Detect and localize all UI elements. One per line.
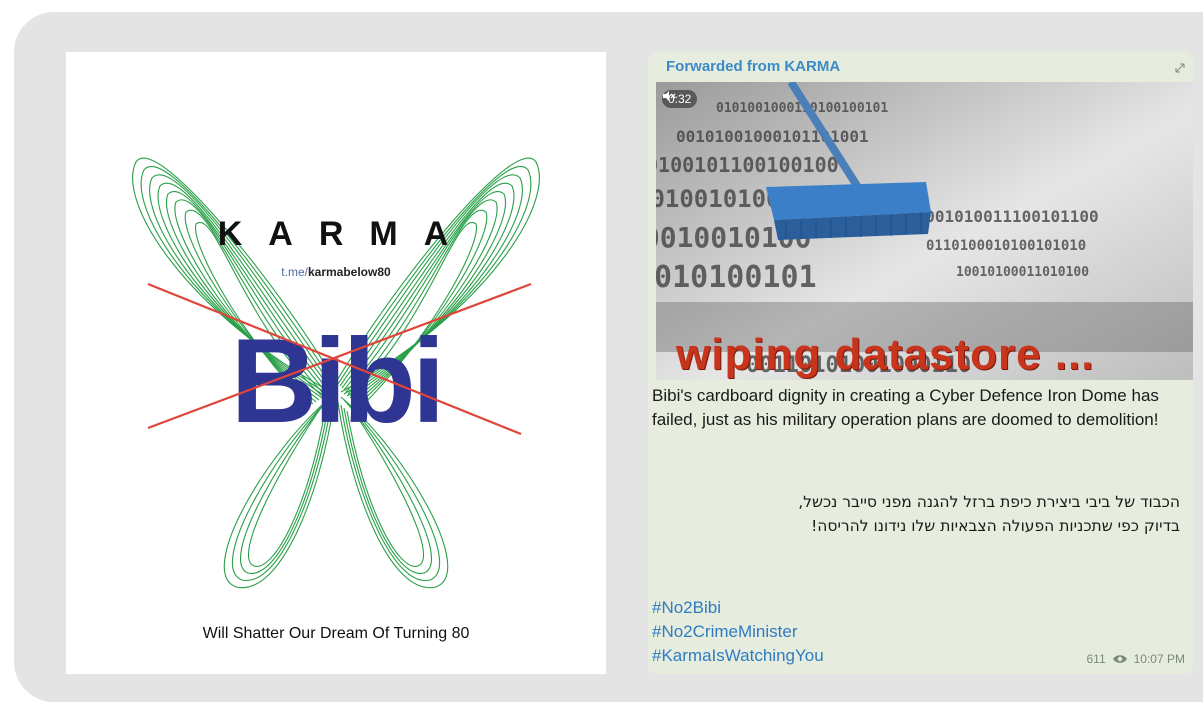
speaker-muted-icon[interactable] [662, 90, 676, 102]
svg-text:01001010011100101100: 01001010011100101100 [906, 207, 1099, 226]
message-time: 10:07 PM [1133, 652, 1185, 666]
hebrew-line-2: בדיוק כפי שתכניות הפעולה הצבאיות שלו ניד… [811, 517, 1180, 535]
svg-text:10010100011010100: 10010100011010100 [956, 265, 1089, 280]
svg-text:00101001000101101001: 00101001000101101001 [676, 127, 869, 146]
link-handle: karmabelow80 [307, 265, 391, 279]
hashtag-list: #No2Bibi #No2CrimeMinister #KarmaIsWatch… [652, 596, 824, 668]
view-count: 611 [1086, 652, 1106, 666]
hashtag-link[interactable]: #KarmaIsWatchingYou [652, 644, 824, 668]
video-duration-badge: 0:32 [662, 90, 698, 108]
bibi-logo-text: Bibi [231, 314, 442, 448]
video-overlay-caption: wiping datastore ... [676, 330, 1095, 379]
hashtag-link[interactable]: #No2Bibi [652, 596, 824, 620]
logo-tagline: Will Shatter Our Dream Of Turning 80 [202, 625, 470, 642]
message-text-hebrew: הכבוד של ביבי ביצירת כיפת ברזל להגנה מפנ… [652, 490, 1180, 538]
eye-icon [1112, 655, 1127, 663]
video-thumbnail[interactable]: 0100101100100100 001001010010011 1001001… [656, 82, 1193, 380]
message-text-english: Bibi's cardboard dignity in creating a C… [652, 386, 1159, 429]
svg-text:0100101100100100: 0100101100100100 [656, 153, 839, 177]
forwarded-from-label[interactable]: Forwarded from KARMA [666, 58, 840, 75]
karma-logo-title: KARMA [217, 215, 475, 253]
karma-logo-image: Bibi KARMA t.me/karmabelow80 Will Shatte… [66, 52, 606, 674]
svg-text:0010100101: 0010100101 [656, 260, 817, 295]
expand-icon[interactable] [1173, 61, 1187, 75]
svg-text:0110100010100101010: 0110100010100101010 [926, 238, 1086, 254]
screen: Bibi KARMA t.me/karmabelow80 Will Shatte… [0, 0, 1203, 714]
link-prefix: t.me/ [281, 265, 308, 279]
butterfly-logo-graphic: Bibi [132, 157, 540, 589]
telegram-link-text: t.me/karmabelow80 [66, 265, 606, 279]
hebrew-line-1: הכבוד של ביבי ביצירת כיפת ברזל להגנה מפנ… [798, 493, 1180, 511]
hashtag-link[interactable]: #No2CrimeMinister [652, 620, 824, 644]
message-meta: 611 10:07 PM [1086, 652, 1185, 666]
telegram-message-bubble: Forwarded from KARMA 0100101100100100 00… [648, 52, 1193, 674]
